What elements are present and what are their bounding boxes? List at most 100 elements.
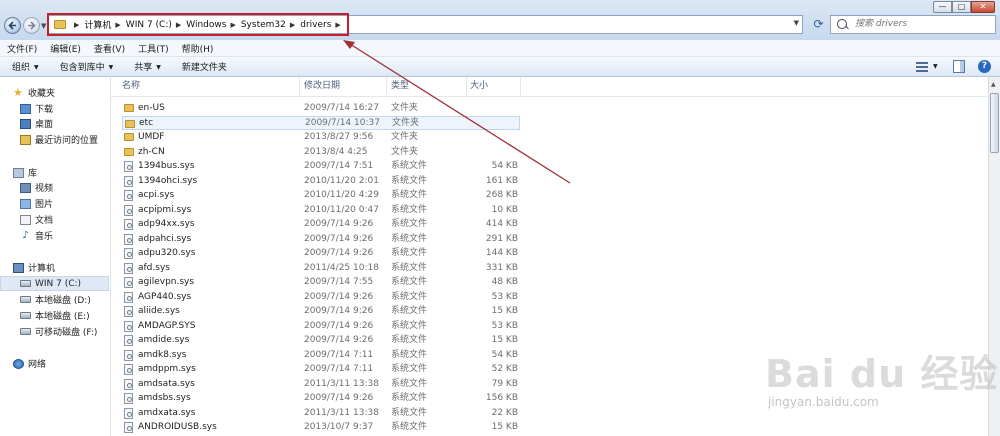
file-type: 文件夹 [391,132,419,142]
file-row[interactable]: 1394bus.sys 2009/7/14 7:51 系统文件 54 KB [122,159,520,174]
file-row[interactable]: acpi.sys 2010/11/20 4:29 系统文件 268 KB [122,188,520,203]
file-type: 系统文件 [391,364,428,374]
file-row[interactable]: amdsbs.sys 2009/7/14 9:26 系统文件 156 KB [122,391,520,406]
preview-pane-icon[interactable] [953,60,965,73]
address-history-dropdown-icon[interactable]: ▼ [794,19,799,27]
nav-computer[interactable]: 计算机 [13,260,55,275]
folder-icon [125,119,135,128]
file-name: amdsbs.sys [138,393,191,403]
menu-view[interactable]: 查看(V) [87,42,131,55]
search-icon [837,19,847,29]
file-name: 1394bus.sys [138,161,195,171]
file-size: 54 KB [491,161,518,171]
folder-row[interactable]: etc 2009/7/14 10:37 文件夹 [122,115,520,130]
menu-help[interactable]: 帮助(H) [175,42,220,55]
file-row[interactable]: aliide.sys 2009/7/14 9:26 系统文件 15 KB [122,304,520,319]
nav-drive-c[interactable]: WIN 7 (C:) [0,276,109,291]
menu-tools[interactable]: 工具(T) [131,42,175,55]
file-row[interactable]: AGP440.sys 2009/7/14 9:26 系统文件 53 KB [122,290,520,305]
menu-edit[interactable]: 编辑(E) [43,42,87,55]
close-button[interactable]: ✕ [971,1,995,13]
help-icon[interactable]: ? [978,60,991,73]
nav-recent-places-label: 最近访问的位置 [35,136,99,146]
file-type: 文件夹 [391,146,419,157]
nav-videos[interactable]: 视频 [20,180,53,195]
share-button[interactable]: 共享 ▼ [122,60,170,73]
file-date: 2009/7/14 7:11 [304,364,374,374]
nav-recent-places[interactable]: 最近访问的位置 [20,132,98,147]
file-date: 2009/7/14 9:26 [304,393,374,403]
nav-downloads[interactable]: 下载 [20,101,53,116]
back-button[interactable] [4,17,21,34]
recent-pages-dropdown-icon[interactable]: ▼ [41,22,46,30]
file-row[interactable]: ANDROIDUSB.sys 2013/10/7 9:37 系统文件 15 KB [122,420,520,435]
scroll-up-icon[interactable]: ▲ [991,81,996,88]
folder-row[interactable]: UMDF 2013/8/27 9:56 文件夹 [122,130,520,145]
file-row[interactable]: amdide.sys 2009/7/14 9:26 系统文件 15 KB [122,333,520,348]
system-file-icon [124,364,133,375]
file-row[interactable]: agilevpn.sys 2009/7/14 7:55 系统文件 48 KB [122,275,520,290]
file-row[interactable]: amdsata.sys 2011/3/11 13:38 系统文件 79 KB [122,377,520,392]
column-header-name[interactable]: 名称 [111,77,300,96]
file-row[interactable]: 1394ohci.sys 2010/11/20 2:01 系统文件 161 KB [122,174,520,189]
video-icon [20,182,31,193]
nav-music[interactable]: ♪ 音乐 [20,228,53,243]
maximize-button[interactable]: □ [952,1,971,13]
scroll-thumb[interactable] [990,93,999,153]
star-icon: ★ [13,85,23,99]
include-in-library-button[interactable]: 包含到库中 ▼ [48,60,123,73]
file-row[interactable]: afd.sys 2011/4/25 10:18 系统文件 331 KB [122,261,520,276]
file-row[interactable]: adp94xx.sys 2009/7/14 9:26 系统文件 414 KB [122,217,520,232]
title-bar: — □ ✕ ▼ ▶ 计算机 ▶ WIN 7 (C:) ▶ Windows ▶ S… [0,0,1000,41]
file-row[interactable]: AMDAGP.SYS 2009/7/14 9:26 系统文件 53 KB [122,319,520,334]
file-row[interactable]: adpu320.sys 2009/7/14 9:26 系统文件 144 KB [122,246,520,261]
file-size: 54 KB [491,349,518,360]
nav-favorites-label: 收藏夹 [28,89,56,99]
menu-bar: 文件(F) 编辑(E) 查看(V) 工具(T) 帮助(H) [0,40,1000,57]
file-row[interactable]: amdk8.sys 2009/7/14 7:11 系统文件 54 KB [122,348,520,363]
file-row[interactable]: amdxata.sys 2011/3/11 13:38 系统文件 22 KB [122,406,520,421]
search-box[interactable] [830,15,996,34]
system-file-icon [124,407,133,419]
nav-network[interactable]: 网络 [13,356,46,371]
file-date: 2013/10/7 9:37 [304,422,374,432]
file-name: amdide.sys [138,335,190,345]
file-row[interactable]: acpipmi.sys 2010/11/20 0:47 系统文件 10 KB [122,203,520,218]
file-name: adpahci.sys [138,233,192,244]
nav-pictures[interactable]: 图片 [20,196,53,211]
file-row[interactable]: adpahci.sys 2009/7/14 9:26 系统文件 291 KB [122,232,520,247]
file-date: 2009/7/14 7:51 [304,161,374,171]
nav-drive-e[interactable]: 本地磁盘 (E:) [20,308,90,323]
organize-button[interactable]: 组织 ▼ [0,60,48,73]
nav-documents-label: 文档 [35,216,54,226]
system-file-icon [124,393,133,404]
folder-row[interactable]: en-US 2009/7/14 16:27 文件夹 [122,101,520,116]
file-size: 156 KB [485,393,518,403]
nav-drive-f[interactable]: 可移动磁盘 (F:) [20,324,97,339]
nav-libraries[interactable]: 库 [13,165,37,180]
column-header-type[interactable]: 类型 [387,77,467,96]
change-view-icon[interactable] [916,60,928,73]
nav-drive-d[interactable]: 本地磁盘 (D:) [20,292,91,307]
refresh-icon[interactable]: ⟳ [811,17,826,32]
nav-favorites[interactable]: ★ 收藏夹 [13,85,55,100]
file-row[interactable]: amdppm.sys 2009/7/14 7:11 系统文件 52 KB [122,362,520,377]
nav-documents[interactable]: 文档 [20,212,53,227]
column-header-date[interactable]: 修改日期 [300,77,387,96]
system-file-icon [124,291,133,303]
view-options-dropdown-icon[interactable]: ▼ [933,60,938,73]
library-icon [13,167,24,178]
share-label: 共享 [134,63,153,73]
nav-desktop[interactable]: 桌面 [20,116,53,131]
forward-button[interactable] [23,17,40,34]
column-header-size[interactable]: 大小 [467,77,521,96]
search-input[interactable] [855,17,985,31]
file-type: 系统文件 [391,393,428,403]
new-folder-button[interactable]: 新建文件夹 [170,60,236,73]
folder-row[interactable]: zh-CN 2013/8/4 4:25 文件夹 [122,145,520,160]
menu-file[interactable]: 文件(F) [0,42,43,55]
network-icon [13,358,24,369]
file-date: 2009/7/14 10:37 [305,117,380,128]
minimize-button[interactable]: — [933,1,952,13]
picture-icon [20,198,31,209]
